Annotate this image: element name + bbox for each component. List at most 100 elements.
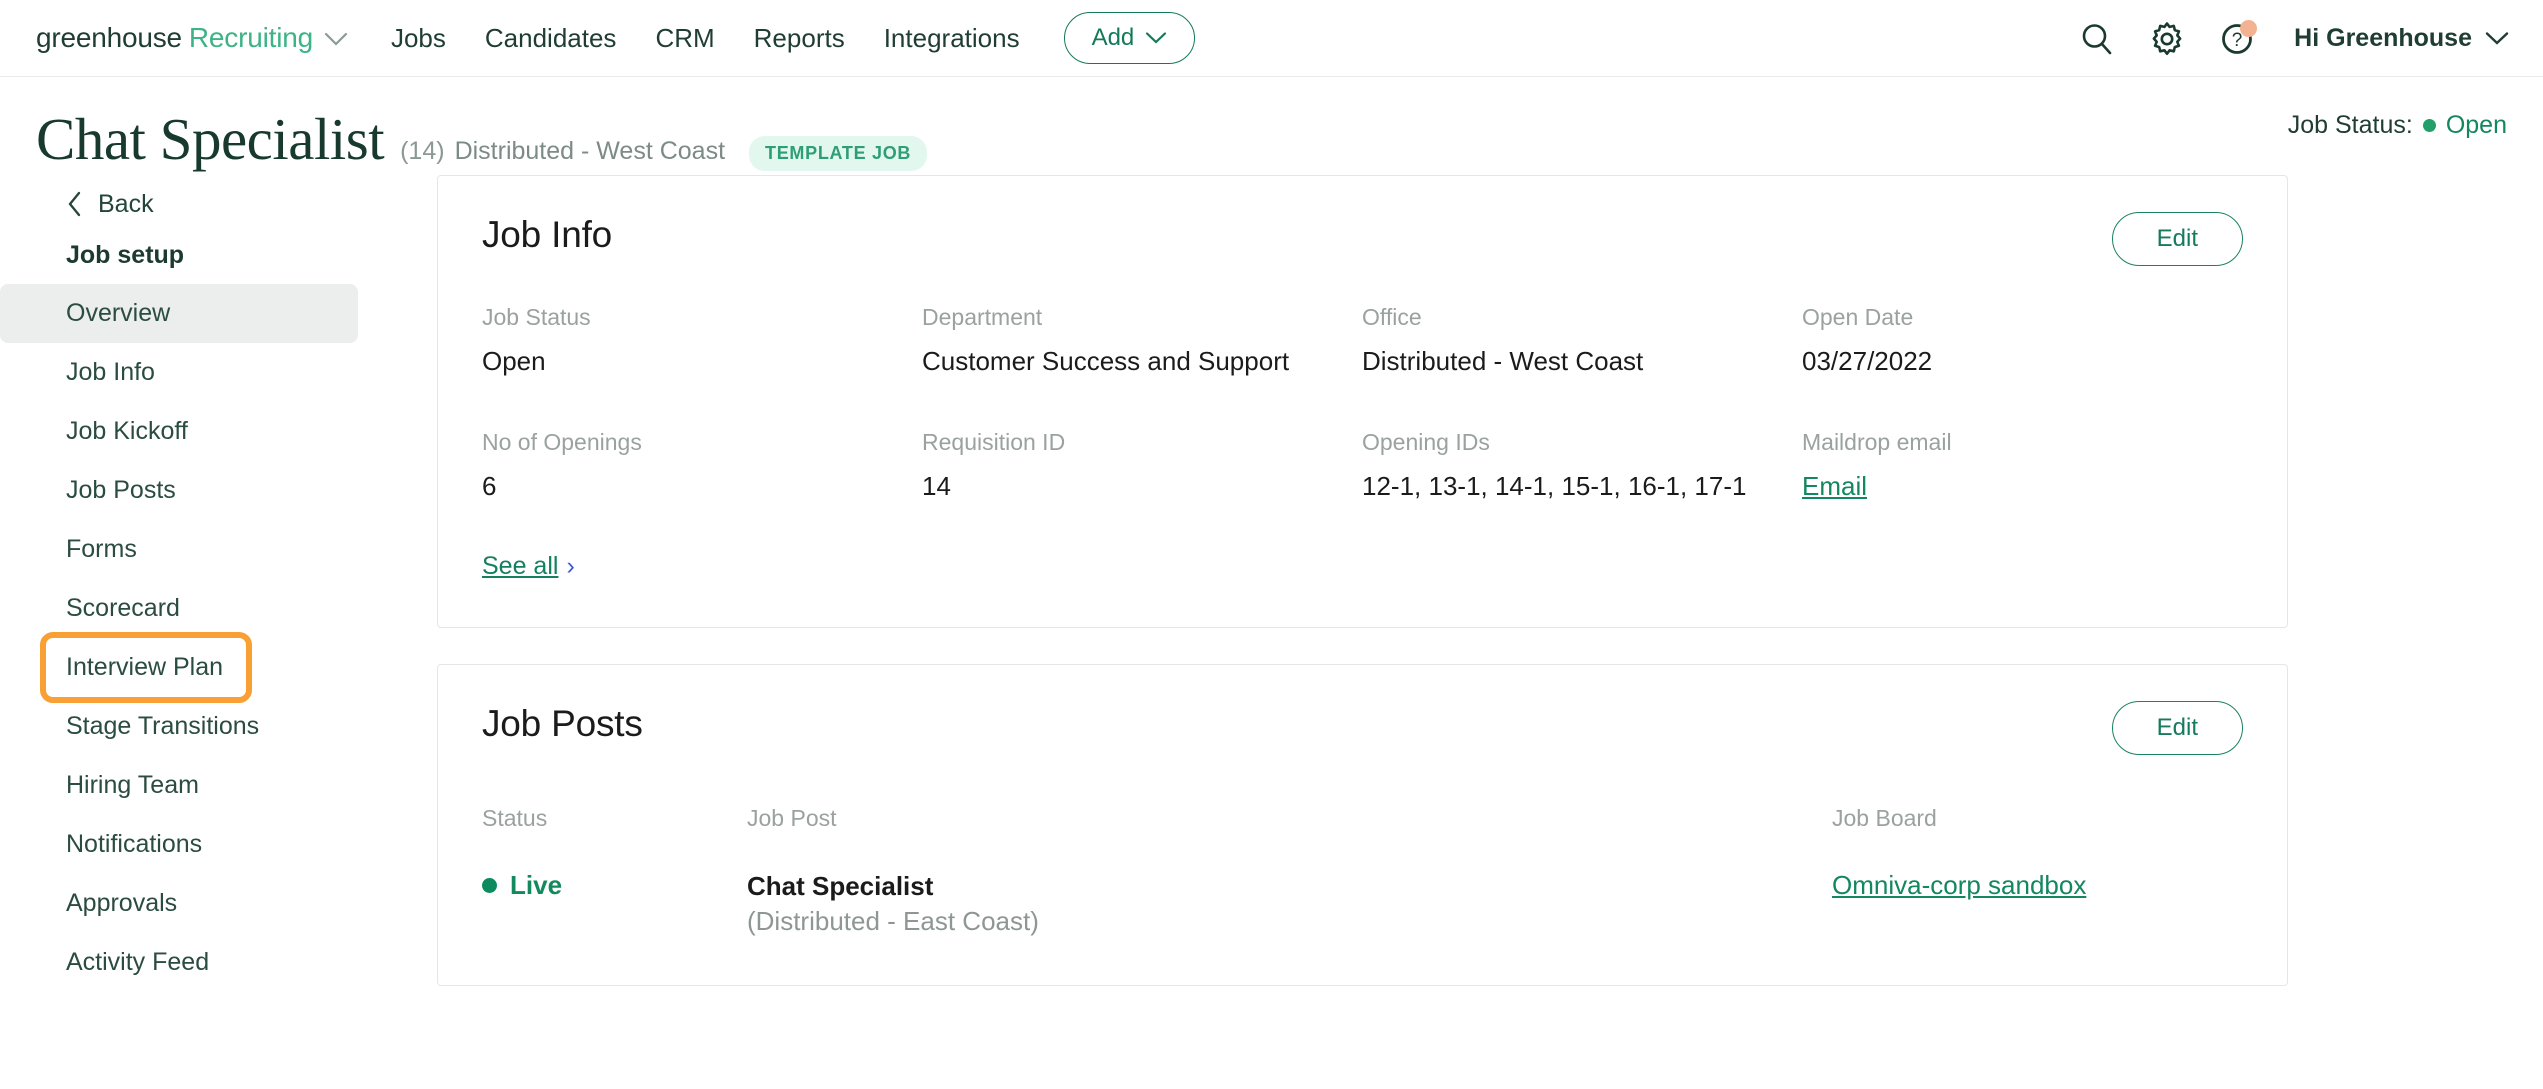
field-label: Maildrop email	[1802, 429, 1952, 455]
sidebar-item-label: Approvals	[66, 889, 178, 917]
brand-name-greenhouse: greenhouse	[36, 22, 182, 53]
sidebar-item-activity-feed[interactable]: Activity Feed	[0, 933, 420, 992]
sidebar-item-label: Job Posts	[66, 476, 176, 504]
nav-right-cluster: ? Hi Greenhouse	[2076, 0, 2509, 77]
nav-item-reports[interactable]: Reports	[754, 23, 845, 54]
sidebar-item-label: Hiring Team	[66, 771, 199, 799]
field-label: Opening IDs	[1362, 429, 1490, 455]
sidebar-item-label: Scorecard	[66, 594, 180, 622]
post-status-badge: Live	[482, 870, 747, 901]
chevron-down-icon	[2485, 32, 2509, 45]
nav-item-candidates[interactable]: Candidates	[485, 23, 617, 54]
sidebar-item-hiring-team[interactable]: Hiring Team	[0, 756, 420, 815]
job-info-fields: Job Status Open Department Customer Succ…	[482, 304, 2243, 502]
field-value: Customer Success and Support	[922, 346, 1290, 376]
sidebar-item-label: Forms	[66, 535, 137, 563]
table-row-job-board-cell: Omniva-corp sandbox	[1832, 870, 2243, 939]
post-title: Chat Specialist	[747, 871, 934, 901]
field-value: 6	[482, 471, 497, 501]
sidebar-item-notifications[interactable]: Notifications	[0, 815, 420, 874]
sidebar-item-label: Notifications	[66, 830, 203, 858]
job-posts-table: Status Job Post Job Board Live Chat Spec…	[482, 805, 2243, 939]
field-requisition-id: Requisition ID 14	[922, 429, 1362, 502]
field-department: Department Customer Success and Support	[922, 304, 1362, 377]
sidebar-item-forms[interactable]: Forms	[0, 520, 420, 579]
field-maildrop-email: Maildrop email Email	[1802, 429, 2243, 502]
field-value: Distributed - West Coast	[1362, 346, 1644, 376]
job-board-link[interactable]: Omniva-corp sandbox	[1832, 870, 2086, 900]
brand-logo[interactable]: greenhouse Recruiting	[36, 22, 349, 54]
sidebar-item-job-info[interactable]: Job Info	[0, 343, 420, 402]
see-all-label: See all	[482, 552, 559, 580]
sidebar-item-label: Overview	[66, 299, 171, 327]
post-status-label: Live	[510, 870, 563, 900]
job-info-edit-button[interactable]: Edit	[2111, 212, 2243, 266]
chevron-down-icon[interactable]	[323, 31, 349, 52]
sidebar-item-stage-transitions[interactable]: Stage Transitions	[0, 697, 420, 756]
job-status-value: Open	[2445, 111, 2507, 139]
back-link-label: Back	[98, 189, 154, 218]
chevron-right-icon: ›	[566, 552, 575, 580]
field-label: Open Date	[1802, 304, 1914, 330]
sidebar-item-label: Job Kickoff	[66, 417, 188, 445]
help-icon[interactable]: ?	[2216, 18, 2258, 60]
column-header-job-board: Job Board	[1832, 805, 1937, 831]
see-all-link[interactable]: See all ›	[482, 552, 575, 581]
sidebar-item-approvals[interactable]: Approvals	[0, 874, 420, 933]
back-link[interactable]: Back	[0, 175, 420, 227]
template-job-badge: TEMPLATE JOB	[749, 136, 928, 171]
page-body: Back Job setup Overview Job Info Job Kic…	[0, 163, 2543, 1022]
status-dot-icon	[2422, 119, 2436, 132]
field-label: Department	[922, 304, 1043, 330]
sidebar-navigation: Back Job setup Overview Job Info Job Kic…	[0, 163, 420, 1022]
main-content: Job Info Edit Job Status Open Department…	[420, 163, 2543, 1022]
field-value: 12-1, 13-1, 14-1, 15-1, 16-1, 17-1	[1362, 471, 1747, 501]
column-header-status: Status	[482, 805, 548, 831]
sidebar-item-job-posts[interactable]: Job Posts	[0, 461, 420, 520]
job-id-count: (14)	[400, 137, 445, 165]
sidebar-item-label: Stage Transitions	[66, 712, 260, 740]
sidebar-section-heading: Job setup	[66, 241, 185, 269]
post-location: (Distributed - East Coast)	[747, 905, 1039, 936]
sidebar-item-label: Activity Feed	[66, 948, 210, 976]
sidebar-item-label: Interview Plan	[66, 653, 224, 681]
column-header-job-post: Job Post	[747, 805, 837, 831]
live-status-dot-icon	[482, 878, 497, 893]
user-menu[interactable]: Hi Greenhouse	[2294, 24, 2509, 53]
maildrop-email-link[interactable]: Email	[1802, 471, 2243, 502]
sidebar-item-label: Job Info	[66, 358, 155, 386]
top-navigation-bar: greenhouse Recruiting Jobs Candidates CR…	[0, 0, 2543, 77]
nav-item-crm[interactable]: CRM	[655, 23, 714, 54]
add-button[interactable]: Add	[1063, 12, 1196, 64]
sidebar-item-overview[interactable]: Overview	[0, 284, 358, 343]
field-no-of-openings: No of Openings 6	[482, 429, 922, 502]
field-open-date: Open Date 03/27/2022	[1802, 304, 2243, 377]
field-label: No of Openings	[482, 429, 642, 455]
brand-name-recruiting: Recruiting	[188, 22, 313, 53]
job-posts-card-title: Job Posts	[482, 703, 643, 744]
sidebar-item-scorecard[interactable]: Scorecard	[0, 579, 420, 638]
primary-nav-links: Jobs Candidates CRM Reports Integrations	[391, 23, 1020, 54]
nav-item-jobs[interactable]: Jobs	[391, 23, 446, 54]
table-row-status-cell: Live	[482, 870, 747, 939]
job-office-label: Distributed - West Coast	[454, 137, 726, 165]
field-office: Office Distributed - West Coast	[1362, 304, 1802, 377]
notification-dot	[2240, 19, 2258, 37]
field-label: Job Status	[482, 304, 591, 330]
page-title: Chat Specialist	[36, 106, 385, 172]
field-job-status: Job Status Open	[482, 304, 922, 377]
field-value: 03/27/2022	[1802, 346, 1933, 376]
gear-icon[interactable]	[2146, 18, 2188, 60]
chevron-down-icon	[1146, 32, 1167, 44]
sidebar-item-interview-plan[interactable]: Interview Plan	[40, 632, 252, 703]
job-posts-edit-button[interactable]: Edit	[2111, 701, 2243, 755]
job-status-indicator: Job Status: Open	[2288, 111, 2507, 140]
search-icon[interactable]	[2076, 18, 2118, 60]
sidebar-item-job-kickoff[interactable]: Job Kickoff	[0, 402, 420, 461]
field-opening-ids: Opening IDs 12-1, 13-1, 14-1, 15-1, 16-1…	[1362, 429, 1802, 502]
job-info-card-title: Job Info	[482, 214, 613, 255]
nav-item-integrations[interactable]: Integrations	[884, 23, 1020, 54]
job-info-card: Job Info Edit Job Status Open Department…	[437, 175, 2288, 628]
chevron-left-icon	[68, 191, 81, 217]
job-status-label: Job Status:	[2287, 111, 2413, 139]
